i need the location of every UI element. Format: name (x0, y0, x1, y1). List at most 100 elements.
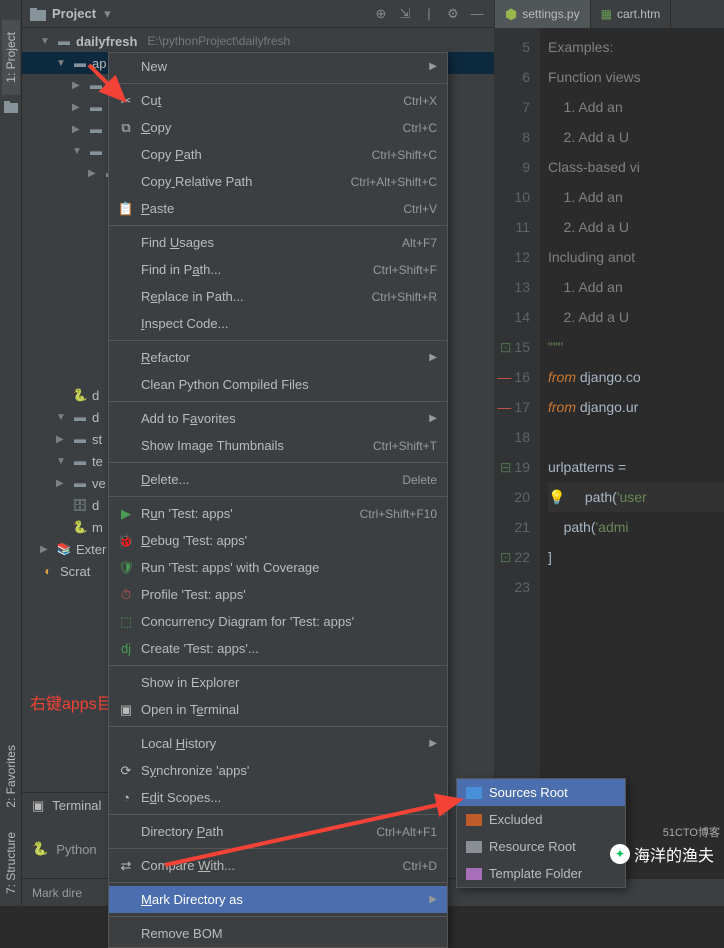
expand-arrow-icon[interactable]: ▶ (88, 168, 100, 179)
submenu-item[interactable]: Sources Root (457, 779, 625, 806)
project-title[interactable]: Project (52, 6, 96, 21)
tree-label: ap (92, 56, 106, 71)
expand-arrow-icon[interactable]: ▶ (40, 544, 52, 555)
tree-label: Exter (76, 542, 106, 557)
tab-project[interactable]: 1: Project (2, 20, 20, 95)
tab-structure[interactable]: 7: Structure (2, 820, 20, 906)
tab-favorites[interactable]: 2: Favorites (2, 733, 20, 820)
menu-item[interactable]: Remove BOM (109, 920, 447, 947)
expand-arrow-icon[interactable]: ▼ (56, 456, 68, 467)
expand-arrow-icon[interactable]: ▶ (72, 124, 84, 135)
menu-item[interactable]: Show in Explorer (109, 669, 447, 696)
menu-item[interactable]: ⇄Compare With...Ctrl+D (109, 852, 447, 879)
menu-item[interactable]: Find UsagesAlt+F7 (109, 229, 447, 256)
code-editor[interactable]: 567891011121314⊡15—16—1718⊟192021⊡2223 E… (495, 28, 724, 906)
menu-separator (109, 726, 447, 727)
folder-icon: ▬ (56, 34, 72, 48)
gutter-line: 13 (499, 272, 530, 302)
code-line: Function views (548, 62, 724, 92)
code-content[interactable]: Examples:Function views 1. Add an 2. Add… (540, 28, 724, 906)
collapse-icon[interactable]: ⇲ (396, 5, 414, 23)
gutter-line: —17 (499, 392, 530, 422)
menu-item[interactable]: djCreate 'Test: apps'... (109, 635, 447, 662)
expand-arrow-icon[interactable]: ▼ (40, 36, 52, 47)
submenu-item[interactable]: Resource Root (457, 833, 625, 860)
blank-icon (117, 438, 135, 454)
submenu-arrow-icon: ▶ (429, 61, 437, 72)
python-console-tab[interactable]: 🐍 Python (22, 836, 107, 862)
menu-item[interactable]: Inspect Code... (109, 310, 447, 337)
menu-label: Copy Path (141, 147, 366, 162)
menu-label: Create 'Test: apps'... (141, 641, 437, 656)
submenu-mark-directory: Sources RootExcludedResource RootTemplat… (456, 778, 626, 888)
intention-bulb-icon[interactable]: 💡 (548, 489, 565, 505)
expand-arrow-icon[interactable]: ▶ (72, 80, 84, 91)
menu-label: Delete... (141, 472, 396, 487)
menu-item[interactable]: 🛡Run 'Test: apps' with Coverage (109, 554, 447, 581)
expand-arrow-icon[interactable]: ▶ (72, 102, 84, 113)
context-menu: New▶ ✂CutCtrl+X⧉CopyCtrl+CCopy PathCtrl+S… (108, 52, 448, 948)
menu-label: Clean Python Compiled Files (141, 377, 437, 392)
menu-item[interactable]: ▶Run 'Test: apps'Ctrl+Shift+F10 (109, 500, 447, 527)
menu-item[interactable]: ◔Edit Scopes... (109, 784, 447, 811)
divider: | (420, 5, 438, 23)
folder-icon: ▬ (88, 100, 104, 114)
expand-arrow-icon[interactable]: ▼ (72, 146, 84, 157)
expand-arrow-icon[interactable]: ▼ (56, 412, 68, 423)
menu-item[interactable]: ✂CutCtrl+X (109, 87, 447, 114)
dropdown-arrow-icon[interactable]: ▾ (104, 6, 111, 22)
tab-label: cart.htm (617, 7, 660, 21)
locate-icon[interactable]: ⊕ (372, 5, 390, 23)
menu-item[interactable]: 📋PasteCtrl+V (109, 195, 447, 222)
folder-icon (30, 7, 46, 21)
menu-item[interactable]: Show Image ThumbnailsCtrl+Shift+T (109, 432, 447, 459)
tree-root[interactable]: ▼ ▬ dailyfresh E:\pythonProject\dailyfre… (22, 30, 494, 52)
menu-item[interactable]: ⏱Profile 'Test: apps' (109, 581, 447, 608)
run-icon: ▶ (117, 506, 135, 522)
menu-item[interactable]: Copy PathCtrl+Shift+C (109, 141, 447, 168)
menu-item[interactable]: Clean Python Compiled Files (109, 371, 447, 398)
menu-label: Copy (141, 120, 397, 135)
expand-arrow-icon[interactable]: ▼ (56, 58, 68, 69)
menu-label: Find Usages (141, 235, 396, 250)
menu-item[interactable]: Directory PathCtrl+Alt+F1 (109, 818, 447, 845)
code-line: Examples: (548, 32, 724, 62)
menu-label: Mark Directory as (141, 892, 413, 907)
gutter-line: 10 (499, 182, 530, 212)
expand-arrow-icon[interactable]: ▶ (56, 478, 68, 489)
submenu-item[interactable]: Excluded (457, 806, 625, 833)
code-line: from django.co (548, 362, 724, 392)
menu-item[interactable]: Copy Relative PathCtrl+Alt+Shift+C (109, 168, 447, 195)
tab-settings[interactable]: ⬢ settings.py (495, 0, 591, 28)
menu-label: Add to Favorites (141, 411, 413, 426)
tree-label: Scrat (60, 564, 90, 579)
menu-label: Run 'Test: apps' (141, 506, 354, 521)
folder-icon: ▬ (72, 476, 88, 490)
tab-cart[interactable]: ▦ cart.htm (591, 0, 672, 28)
tree-path: E:\pythonProject\dailyfresh (147, 34, 290, 48)
menu-item[interactable]: Delete...Delete (109, 466, 447, 493)
blank-icon (117, 675, 135, 691)
gear-icon[interactable]: ⚙ (444, 5, 462, 23)
menu-item[interactable]: Replace in Path...Ctrl+Shift+R (109, 283, 447, 310)
gutter-line: 18 (499, 422, 530, 452)
menu-item[interactable]: Find in Path...Ctrl+Shift+F (109, 256, 447, 283)
python-icon: 🐍 (72, 388, 88, 402)
menu-item[interactable]: Add to Favorites▶ (109, 405, 447, 432)
menu-item[interactable]: ⬚Concurrency Diagram for 'Test: apps' (109, 608, 447, 635)
menu-item[interactable]: ⟳Synchronize 'apps' (109, 757, 447, 784)
menu-item[interactable]: New▶ (109, 53, 447, 80)
hide-icon[interactable]: — (468, 5, 486, 23)
tree-label: d (92, 410, 99, 425)
menu-label: Refactor (141, 350, 413, 365)
submenu-item[interactable]: Template Folder (457, 860, 625, 887)
gutter: 567891011121314⊡15—16—1718⊟192021⊡2223 (495, 28, 540, 906)
menu-item[interactable]: ▣Open in Terminal (109, 696, 447, 723)
menu-item[interactable]: Refactor ▶ (109, 344, 447, 371)
submenu-arrow-icon: ▶ (429, 352, 437, 363)
menu-item[interactable]: 🐞Debug 'Test: apps' (109, 527, 447, 554)
menu-item[interactable]: Local History▶ (109, 730, 447, 757)
expand-arrow-icon[interactable]: ▶ (56, 434, 68, 445)
menu-item[interactable]: ⧉CopyCtrl+C (109, 114, 447, 141)
menu-item[interactable]: Mark Directory as▶ (109, 886, 447, 913)
